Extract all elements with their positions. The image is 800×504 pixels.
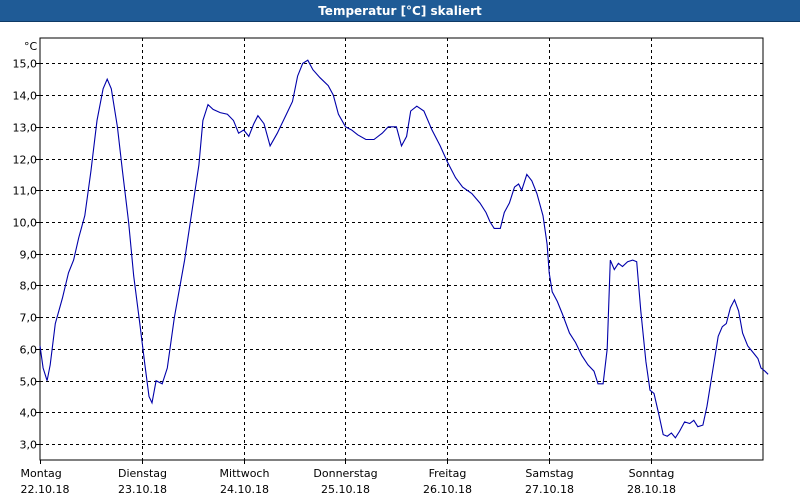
- y-tick-label: 11,0: [13, 185, 38, 198]
- x-tick-date-label: 23.10.18: [118, 483, 167, 496]
- x-tick-day-label: Donnerstag: [313, 467, 377, 480]
- x-tick-day-label: Sonntag: [629, 467, 675, 480]
- y-tick-label: 12,0: [13, 154, 38, 167]
- y-tick-label: 6,0: [20, 344, 38, 357]
- y-tick-label: 10,0: [13, 217, 38, 230]
- x-tick-date-label: 24.10.18: [220, 483, 269, 496]
- x-tick-date-label: 28.10.18: [627, 483, 676, 496]
- y-tick-label: 14,0: [13, 90, 38, 103]
- y-unit-label: °C: [24, 40, 38, 53]
- y-tick-label: 5,0: [20, 376, 38, 389]
- y-tick-label: 4,0: [20, 407, 38, 420]
- x-tick-day-label: Montag: [21, 467, 62, 480]
- x-tick-day-label: Samstag: [525, 467, 573, 480]
- chart-title: Temperatur [°C] skaliert: [0, 0, 800, 22]
- y-tick-label: 8,0: [20, 280, 38, 293]
- chart-area: 3,0 4,0 5,0 6,0 7,0 8,0 9,0 10,0 11,0 12,0 13,0 14,…: [0, 22, 800, 500]
- x-tick-date-label: 26.10.18: [423, 483, 472, 496]
- line-chart: 3,0 4,0 5,0 6,0 7,0 8,0 9,0 10,0 11,0 12,0 13,0 14,…: [13, 37, 769, 496]
- y-tick-label: 3,0: [20, 439, 38, 452]
- x-tick-date-label: 25.10.18: [321, 483, 370, 496]
- x-tick-date-label: 22.10.18: [21, 483, 70, 496]
- x-tick-day-label: Freitag: [429, 467, 467, 480]
- y-tick-label: 7,0: [20, 312, 38, 325]
- x-tick-day-label: Dienstag: [118, 467, 167, 480]
- y-tick-label: 13,0: [13, 122, 38, 135]
- y-tick-label: 9,0: [20, 249, 38, 262]
- y-tick-label: 15,0: [13, 58, 38, 71]
- x-tick-date-label: 27.10.18: [525, 483, 574, 496]
- x-tick-day-label: Mittwoch: [220, 467, 270, 480]
